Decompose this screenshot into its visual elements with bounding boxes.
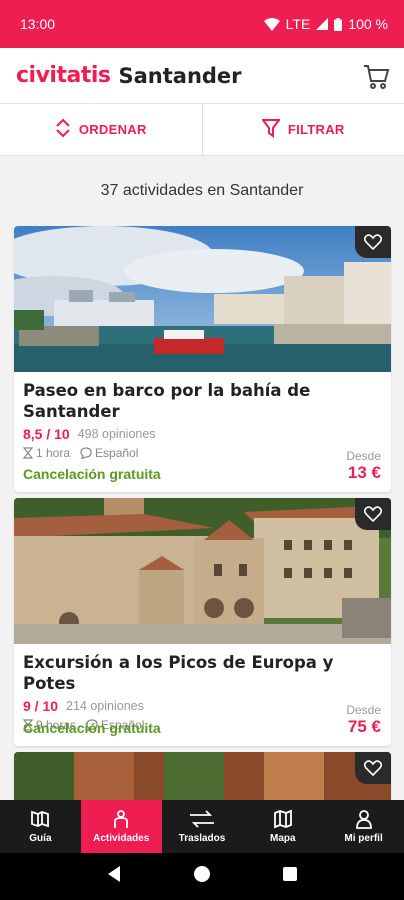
review-count: 498 opiniones [77, 427, 156, 441]
nav-label: Actividades [93, 833, 150, 844]
status-bar: 13:00 LTE 100 % [0, 0, 404, 48]
status-time: 13:00 [20, 16, 56, 32]
battery-icon [334, 17, 343, 31]
activity-info: Excursión a los Picos de Europa y Potes … [14, 644, 391, 746]
filter-label: FILTRAR [287, 122, 345, 137]
favorite-button[interactable] [355, 226, 391, 258]
activity-card[interactable] [14, 752, 391, 800]
review-count: 214 opiniones [66, 699, 144, 713]
map-icon [273, 809, 292, 829]
duration: 1 hora [36, 446, 71, 460]
heart-icon [364, 506, 382, 522]
heart-icon [364, 234, 382, 250]
price-from-label: Desde [346, 703, 381, 717]
nav-activities[interactable]: Actividades [80, 800, 162, 853]
activity-photo[interactable] [14, 498, 391, 644]
favorite-button[interactable] [355, 752, 391, 784]
activity-photo[interactable] [14, 752, 391, 800]
nav-label: Traslados [178, 833, 226, 844]
rating-score: 8,5 / 10 [23, 426, 70, 442]
profile-icon [355, 810, 372, 829]
nav-label: Mi perfil [344, 833, 383, 844]
activity-info: Paseo en barco por la bahía de Santander… [14, 372, 391, 492]
price: 75 € [347, 717, 381, 736]
free-cancellation: Cancelación gratuita [23, 720, 161, 736]
bottom-nav: Guía Actividades Traslados Mapa Mi perfi… [0, 800, 404, 853]
recents-icon[interactable] [282, 866, 298, 887]
cart-icon[interactable] [362, 62, 390, 95]
nav-guide[interactable]: Guía [0, 800, 81, 853]
monastery-photo [14, 498, 391, 644]
book-icon [31, 810, 50, 828]
nav-transfers[interactable]: Traslados [162, 800, 243, 853]
civitatis-logo[interactable]: civitatis [16, 63, 111, 88]
language-icon [80, 447, 92, 459]
nav-profile[interactable]: Mi perfil [323, 800, 404, 853]
sort-button[interactable]: ORDENAR [0, 104, 202, 155]
hourglass-icon [23, 447, 33, 459]
language: Español [95, 446, 139, 460]
wifi-icon [263, 17, 280, 31]
price: 13 € [347, 463, 381, 482]
back-icon[interactable] [106, 865, 122, 888]
sort-filter-bar: ORDENAR FILTRAR [0, 104, 404, 156]
activity-photo[interactable] [14, 226, 391, 372]
filter-icon [260, 118, 281, 141]
activity-title[interactable]: Excursión a los Picos de Europa y Potes [23, 652, 382, 694]
signal-icon [316, 18, 329, 30]
system-nav-bar [0, 853, 404, 900]
activity-card[interactable]: Excursión a los Picos de Europa y Potes … [14, 498, 391, 746]
bay-photo [14, 226, 391, 372]
app-header: civitatis Santander [0, 48, 404, 104]
nav-label: Mapa [270, 833, 296, 844]
battery-level: 100 % [348, 16, 388, 32]
home-icon[interactable] [193, 865, 211, 888]
sort-label: ORDENAR [78, 122, 147, 137]
filter-button[interactable]: FILTRAR [201, 104, 404, 155]
rating-score: 9 / 10 [23, 698, 59, 714]
network-label: LTE [285, 16, 311, 32]
free-cancellation: Cancelación gratuita [23, 466, 161, 482]
results-count: 37 actividades en Santander [100, 182, 304, 199]
canyon-photo [14, 752, 391, 800]
sort-icon [55, 118, 71, 141]
nav-label: Guía [29, 833, 52, 844]
transfer-icon [189, 810, 214, 828]
price-from-label: Desde [346, 449, 381, 463]
favorite-button[interactable] [355, 498, 391, 530]
person-icon [114, 810, 129, 828]
activity-title[interactable]: Paseo en barco por la bahía de Santander [23, 380, 382, 422]
nav-map[interactable]: Mapa [242, 800, 323, 853]
heart-icon [364, 760, 382, 776]
page-title: Santander [118, 63, 242, 88]
activity-card[interactable]: Paseo en barco por la bahía de Santander… [14, 226, 391, 492]
